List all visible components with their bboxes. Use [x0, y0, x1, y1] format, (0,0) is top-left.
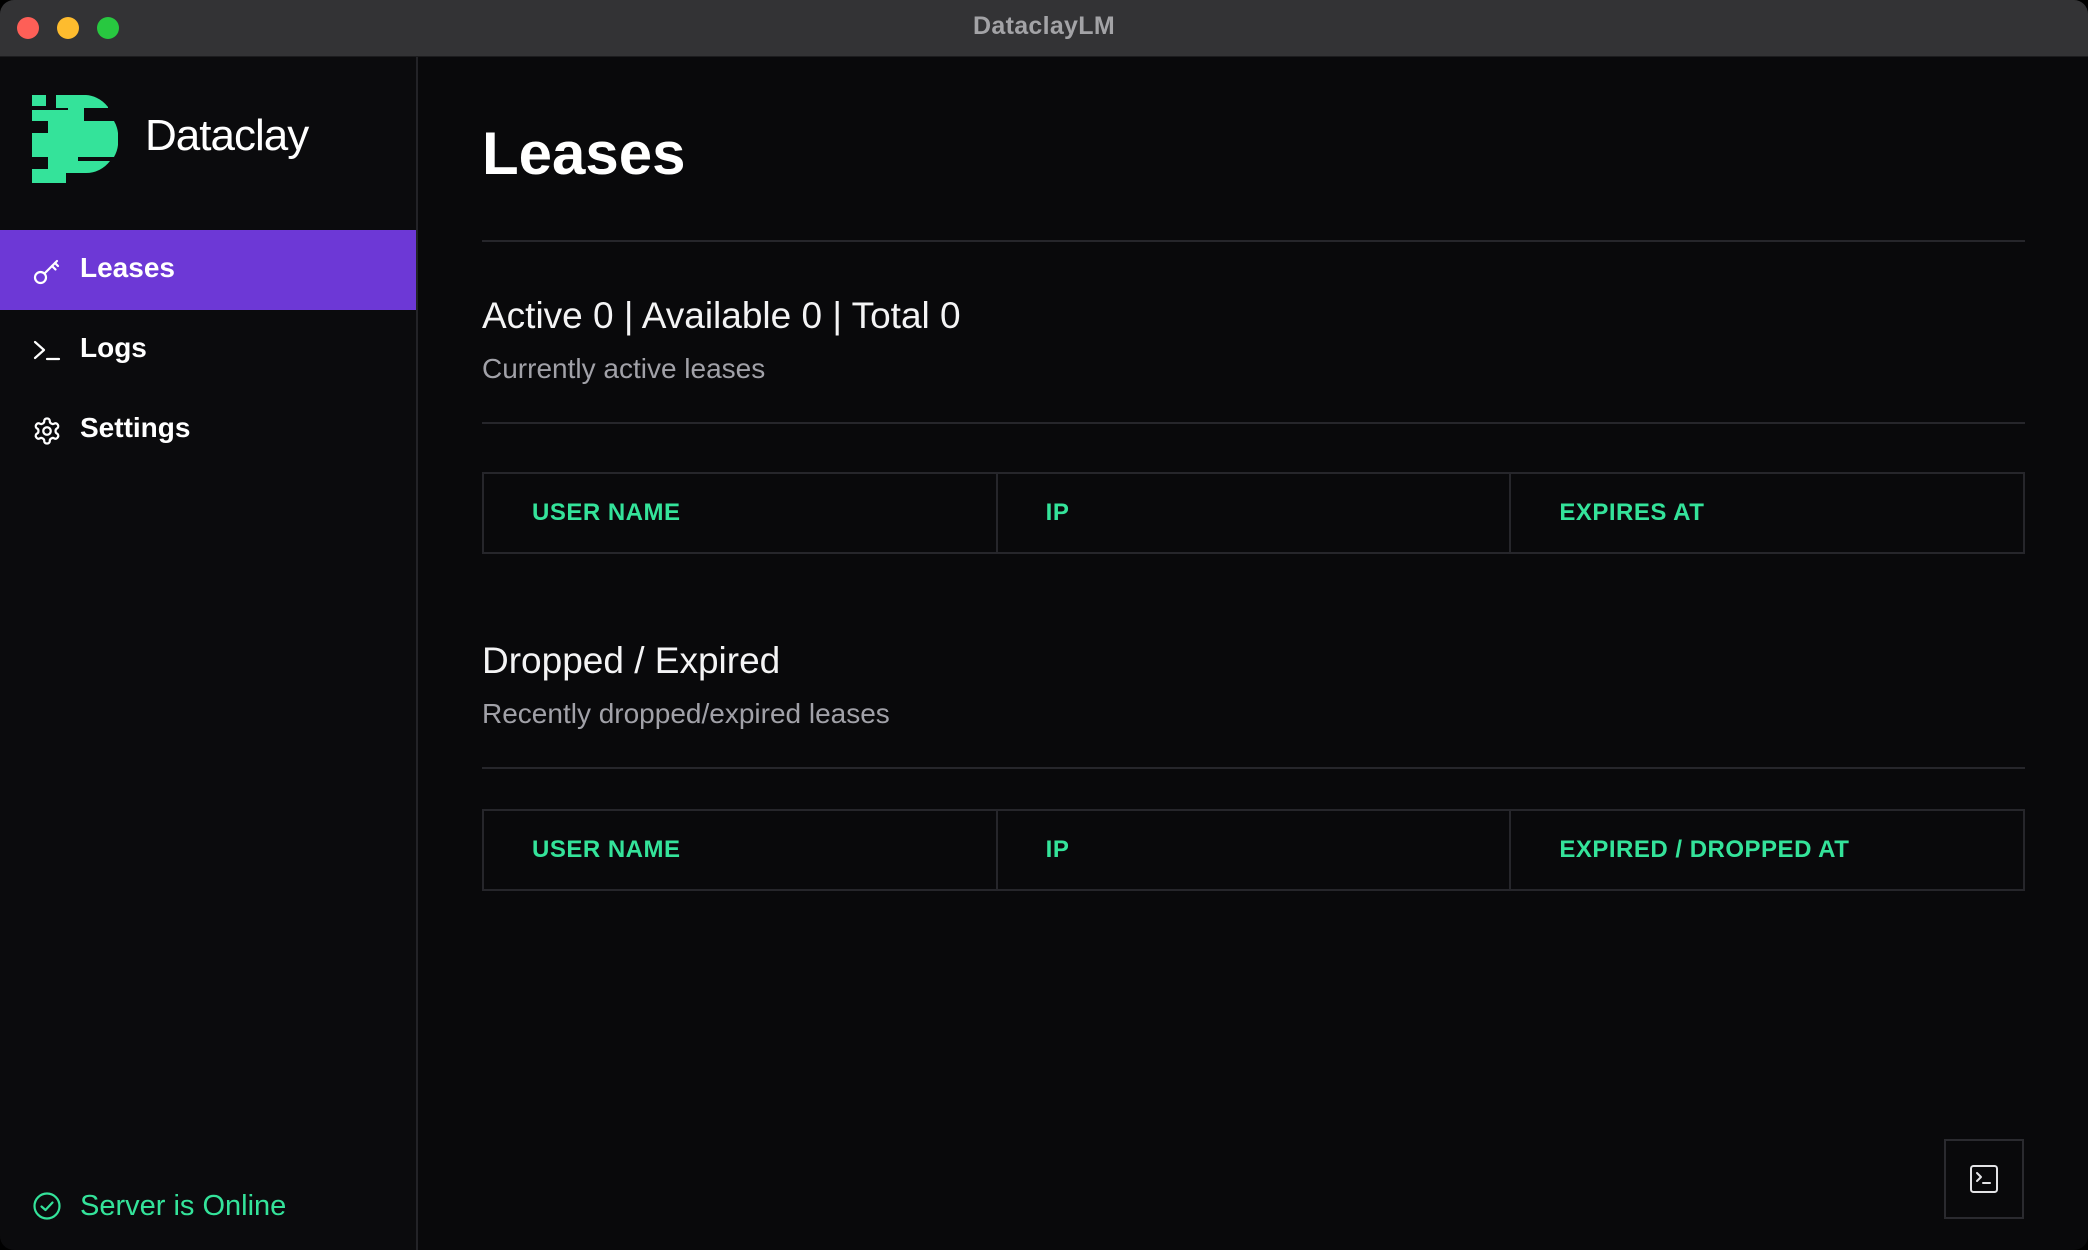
open-terminal-button[interactable]	[1944, 1139, 2024, 1219]
sidebar-item-logs[interactable]: Logs	[0, 310, 416, 390]
page-title: Leases	[482, 120, 686, 187]
column-header-user-name[interactable]: USER NAME	[484, 811, 998, 889]
gear-icon	[34, 417, 60, 445]
sidebar-item-label: Logs	[80, 332, 147, 363]
dataclay-logo-icon	[32, 95, 118, 183]
column-header-ip[interactable]: IP	[998, 474, 1512, 552]
column-header-expires-at[interactable]: EXPIRES AT	[1511, 474, 2023, 552]
app-window: DataclayLM Dataclay Leases Logs Settings…	[0, 0, 2088, 1250]
terminal-icon	[1970, 1165, 1998, 1193]
brand-name: Dataclay	[145, 111, 309, 160]
title-bar: DataclayLM	[0, 0, 2088, 57]
column-header-expired-dropped-at[interactable]: EXPIRED / DROPPED AT	[1511, 811, 2023, 889]
divider	[482, 767, 2025, 769]
sidebar-item-label: Leases	[80, 252, 175, 283]
server-status: Server is Online	[32, 1188, 286, 1224]
sidebar-nav: Leases Logs Settings	[0, 230, 416, 470]
terminal-prompt-icon	[33, 340, 61, 361]
main-content: Leases Active 0 | Available 0 | Total 0 …	[418, 57, 2088, 1250]
dropped-expired-subtitle: Recently dropped/expired leases	[482, 698, 890, 729]
sidebar-item-label: Settings	[80, 412, 191, 443]
server-status-text: Server is Online	[80, 1189, 287, 1222]
divider	[482, 422, 2025, 424]
active-leases-subtitle: Currently active leases	[482, 353, 766, 384]
sidebar-item-settings[interactable]: Settings	[0, 390, 416, 470]
window-title: DataclayLM	[973, 12, 1115, 40]
check-circle-icon	[33, 1192, 61, 1220]
dropped-leases-table-header: USER NAME IP EXPIRED / DROPPED AT	[482, 809, 2025, 891]
active-leases-table-header: USER NAME IP EXPIRES AT	[482, 472, 2025, 554]
sidebar-item-leases[interactable]: Leases	[0, 230, 416, 310]
key-icon	[33, 259, 60, 285]
active-leases-summary: Active 0 | Available 0 | Total 0	[482, 295, 961, 336]
column-header-user-name[interactable]: USER NAME	[484, 474, 998, 552]
divider	[482, 240, 2025, 242]
column-header-ip[interactable]: IP	[998, 811, 1512, 889]
sidebar: Dataclay Leases Logs Settings Server is …	[0, 57, 418, 1250]
dropped-expired-title: Dropped / Expired	[482, 640, 781, 681]
